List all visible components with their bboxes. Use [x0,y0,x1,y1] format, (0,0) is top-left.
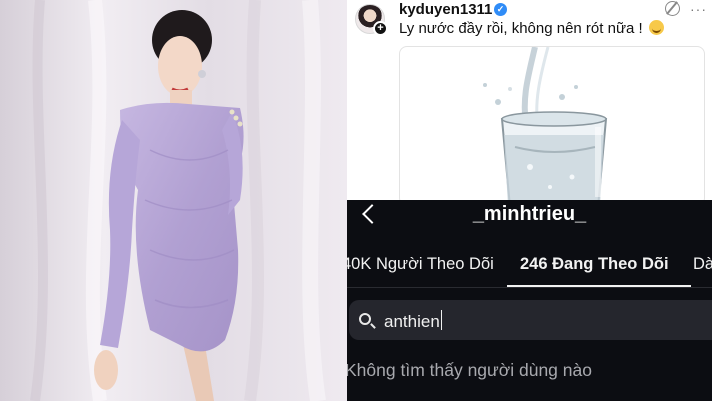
plus-icon[interactable]: + [373,21,388,36]
following-screen: _minhtrieu_ 40K Người Theo Dõi 246 Đang … [347,200,712,401]
tab-following[interactable]: 246 Đang Theo Dõi [520,255,669,274]
verified-icon: ✓ [494,3,507,16]
tab-followers[interactable]: 40K Người Theo Dõi [347,255,494,274]
repost-icon[interactable] [665,1,680,16]
search-query: anthien [384,312,440,331]
profile-username: _minhtrieu_ [472,203,587,225]
water-glass-illustration [483,47,608,200]
model-photo [0,0,347,401]
more-icon[interactable]: ··· [690,1,707,17]
tab-more[interactable]: Dà [693,255,712,274]
post-caption-text: Ly nước đầy rồi, không nên rót nữa ! [399,20,643,37]
post-card: + kyduyen1311 ✓ ··· Ly nước đầy rồi, khô… [347,0,712,200]
search-input[interactable]: anthien [349,300,712,340]
emoji-icon [648,20,664,35]
search-value: anthien [384,310,443,332]
post-username[interactable]: kyduyen1311 [399,1,492,18]
model-illustration [0,0,347,401]
search-icon [359,313,371,325]
post-caption: Ly nước đầy rồi, không nên rót nữa ! [399,20,664,37]
follow-tabs: 40K Người Theo Dõi 246 Đang Theo Dõi Dà [347,244,712,287]
no-results-message: Không tìm thấy người dùng nào [347,360,592,380]
tabs-divider [347,287,712,288]
post-image[interactable] [399,46,705,200]
text-caret [440,310,443,330]
